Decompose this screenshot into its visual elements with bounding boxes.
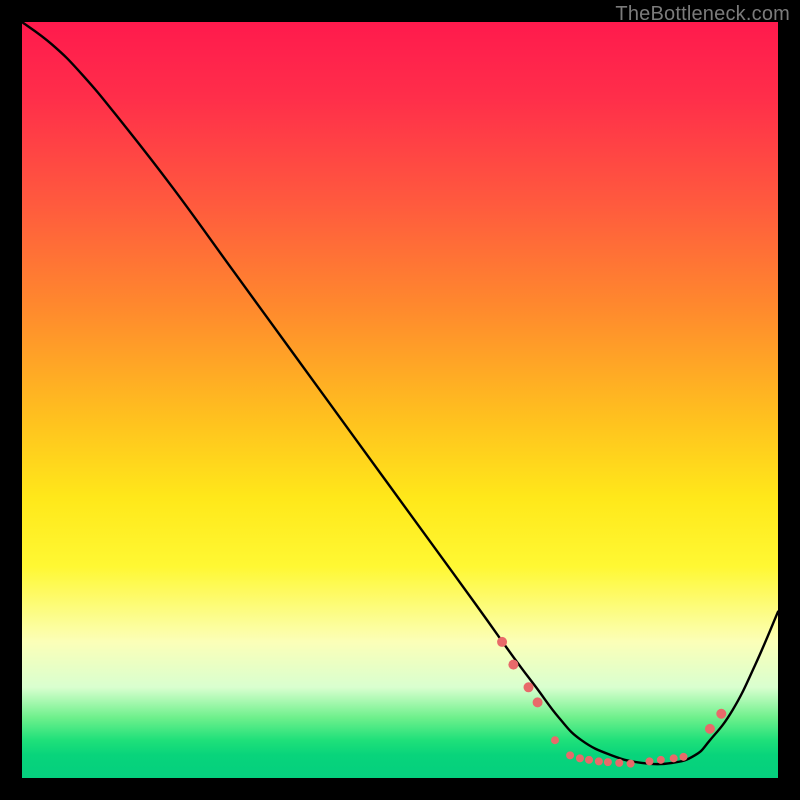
marker-dot <box>657 756 665 764</box>
watermark-text: TheBottleneck.com <box>615 3 790 26</box>
marker-dot <box>551 736 559 744</box>
marker-dot <box>595 757 603 765</box>
plot-area <box>22 22 778 778</box>
marker-dot <box>533 697 543 707</box>
chart-stage: TheBottleneck.com <box>0 0 800 800</box>
marker-dot <box>716 709 726 719</box>
curve-line <box>22 22 778 764</box>
marker-dot <box>576 754 584 762</box>
curve-markers <box>497 637 726 768</box>
marker-dot <box>645 757 653 765</box>
marker-dot <box>604 758 612 766</box>
chart-svg <box>22 22 778 778</box>
marker-dot <box>585 756 593 764</box>
marker-dot <box>615 759 623 767</box>
marker-dot <box>508 660 518 670</box>
marker-dot <box>705 724 715 734</box>
marker-dot <box>680 753 688 761</box>
marker-dot <box>497 637 507 647</box>
marker-dot <box>670 754 678 762</box>
marker-dot <box>627 760 635 768</box>
marker-dot <box>524 682 534 692</box>
marker-dot <box>566 751 574 759</box>
